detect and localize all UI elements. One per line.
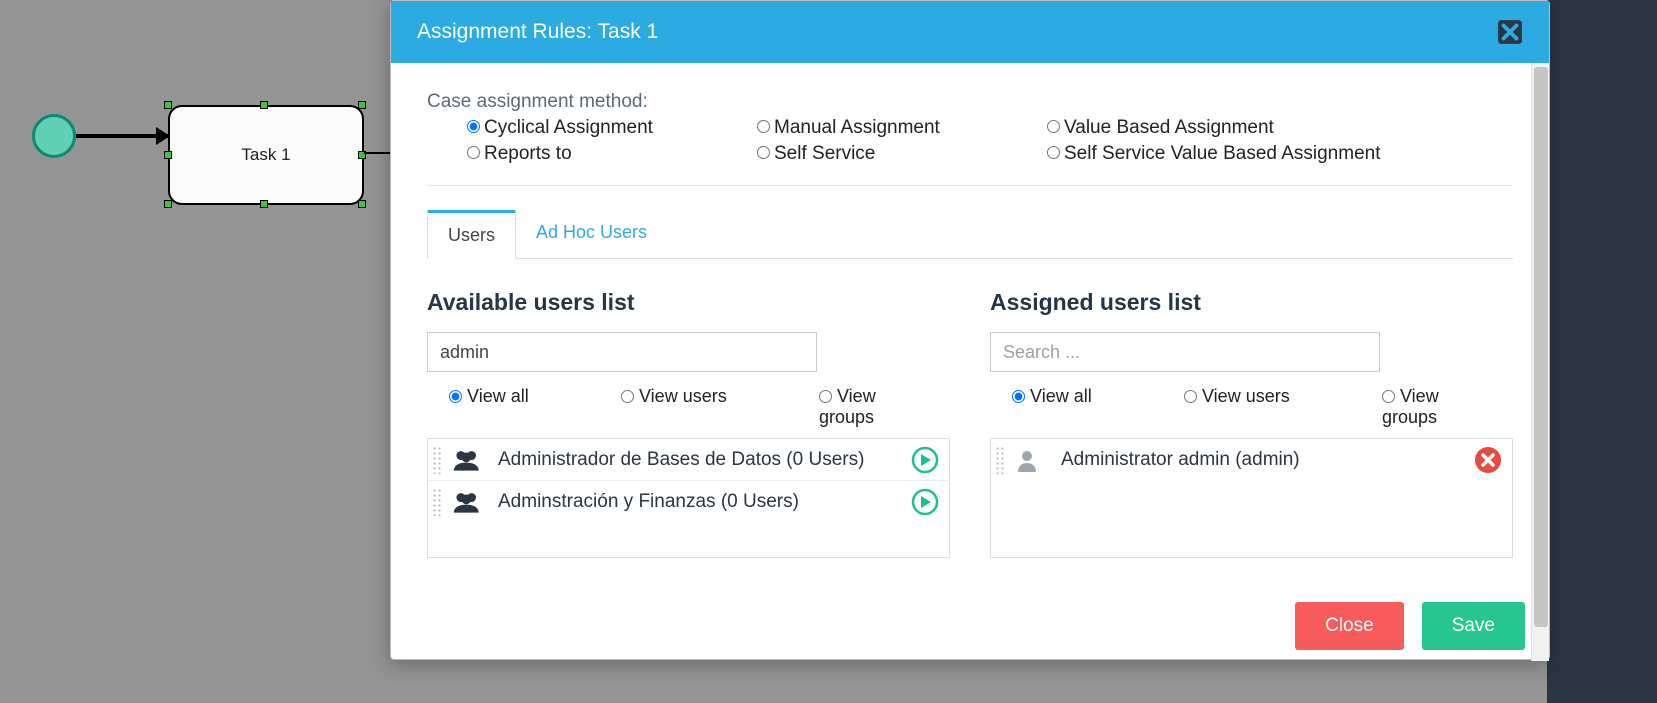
available-filter-all-label: View all [467,386,529,406]
user-icon [1015,447,1047,473]
selection-handle[interactable] [358,101,366,109]
assign-arrow-icon[interactable] [911,446,939,474]
assignment-rules-modal: Assignment Rules: Task 1 Case assignment… [390,0,1550,660]
drag-handle-icon[interactable] [432,488,442,516]
scrollbar-thumb[interactable] [1534,67,1548,627]
modal-body: Case assignment method: Cyclical Assignm… [391,63,1549,593]
radio-value-based-label: Value Based Assignment [1064,117,1274,138]
remove-icon[interactable] [1474,446,1502,474]
save-button[interactable]: Save [1422,602,1525,650]
tab-adhoc-users[interactable]: Ad Hoc Users [516,210,667,258]
available-users-title: Available users list [427,289,950,316]
sequence-flow [76,134,168,138]
assigned-filter-users[interactable] [1184,390,1197,403]
radio-value-based[interactable] [1047,120,1060,133]
assign-arrow-icon[interactable] [911,488,939,516]
bpmn-task-label: Task 1 [241,145,290,165]
radio-manual-label: Manual Assignment [774,117,940,138]
drag-handle-icon[interactable] [432,446,442,474]
radio-manual[interactable] [757,120,770,133]
assigned-filter-all-label: View all [1030,386,1092,406]
selection-handle[interactable] [164,151,172,159]
selection-handle[interactable] [260,101,268,109]
radio-ss-value-based-label: Self Service Value Based Assignment [1064,143,1381,164]
radio-ss-value-based[interactable] [1047,146,1060,159]
radio-cyclical[interactable] [467,120,480,133]
list-item-label: Administrator admin (admin) [1061,449,1474,471]
tab-bar: Users Ad Hoc Users [427,210,1513,259]
bpmn-start-event[interactable] [32,114,76,158]
assigned-search-input[interactable] [990,332,1380,372]
modal-header: Assignment Rules: Task 1 [391,1,1549,63]
assigned-users-list: Administrator admin (admin) [990,438,1513,558]
right-rail [1547,0,1657,703]
available-users-list: Administrador de Bases de Datos (0 Users… [427,438,950,558]
selection-handle[interactable] [358,200,366,208]
radio-reports-to-label: Reports to [484,143,572,164]
list-item[interactable]: Adminstración y Finanzas (0 Users) [428,481,949,523]
assigned-users-title: Assigned users list [990,289,1513,316]
available-filter-all[interactable] [449,390,462,403]
modal-footer: Close Save [391,593,1549,659]
drag-handle-icon[interactable] [995,446,1005,474]
close-button[interactable]: Close [1295,602,1404,650]
assigned-filter-groups[interactable] [1382,390,1395,403]
tab-users[interactable]: Users [427,210,516,259]
list-item-label: Adminstración y Finanzas (0 Users) [498,491,911,513]
bpmn-task[interactable]: Task 1 [168,105,364,205]
group-icon [452,489,484,515]
list-item[interactable]: Administrator admin (admin) [991,439,1512,481]
selection-handle[interactable] [260,200,268,208]
assigned-users-panel: Assigned users list View all View users … [990,289,1513,558]
close-icon[interactable] [1497,19,1523,45]
available-users-panel: Available users list View all View users… [427,289,950,558]
radio-self-service[interactable] [757,146,770,159]
available-search-input[interactable] [427,332,817,372]
radio-reports-to[interactable] [467,146,480,159]
list-item-label: Administrador de Bases de Datos (0 Users… [498,449,911,471]
list-item[interactable]: Administrador de Bases de Datos (0 Users… [428,439,949,481]
selection-handle[interactable] [164,101,172,109]
available-filter-users[interactable] [621,390,634,403]
selection-handle[interactable] [164,200,172,208]
radio-self-service-label: Self Service [774,143,875,164]
assigned-filter-all[interactable] [1012,390,1025,403]
assigned-filter-users-label: View users [1202,386,1290,406]
assignment-method-label: Case assignment method: [427,91,1513,113]
modal-title: Assignment Rules: Task 1 [417,20,658,44]
modal-scrollbar[interactable] [1531,63,1549,661]
available-filter-groups[interactable] [819,390,832,403]
available-filter-users-label: View users [639,386,727,406]
radio-cyclical-label: Cyclical Assignment [484,117,653,138]
group-icon [452,447,484,473]
